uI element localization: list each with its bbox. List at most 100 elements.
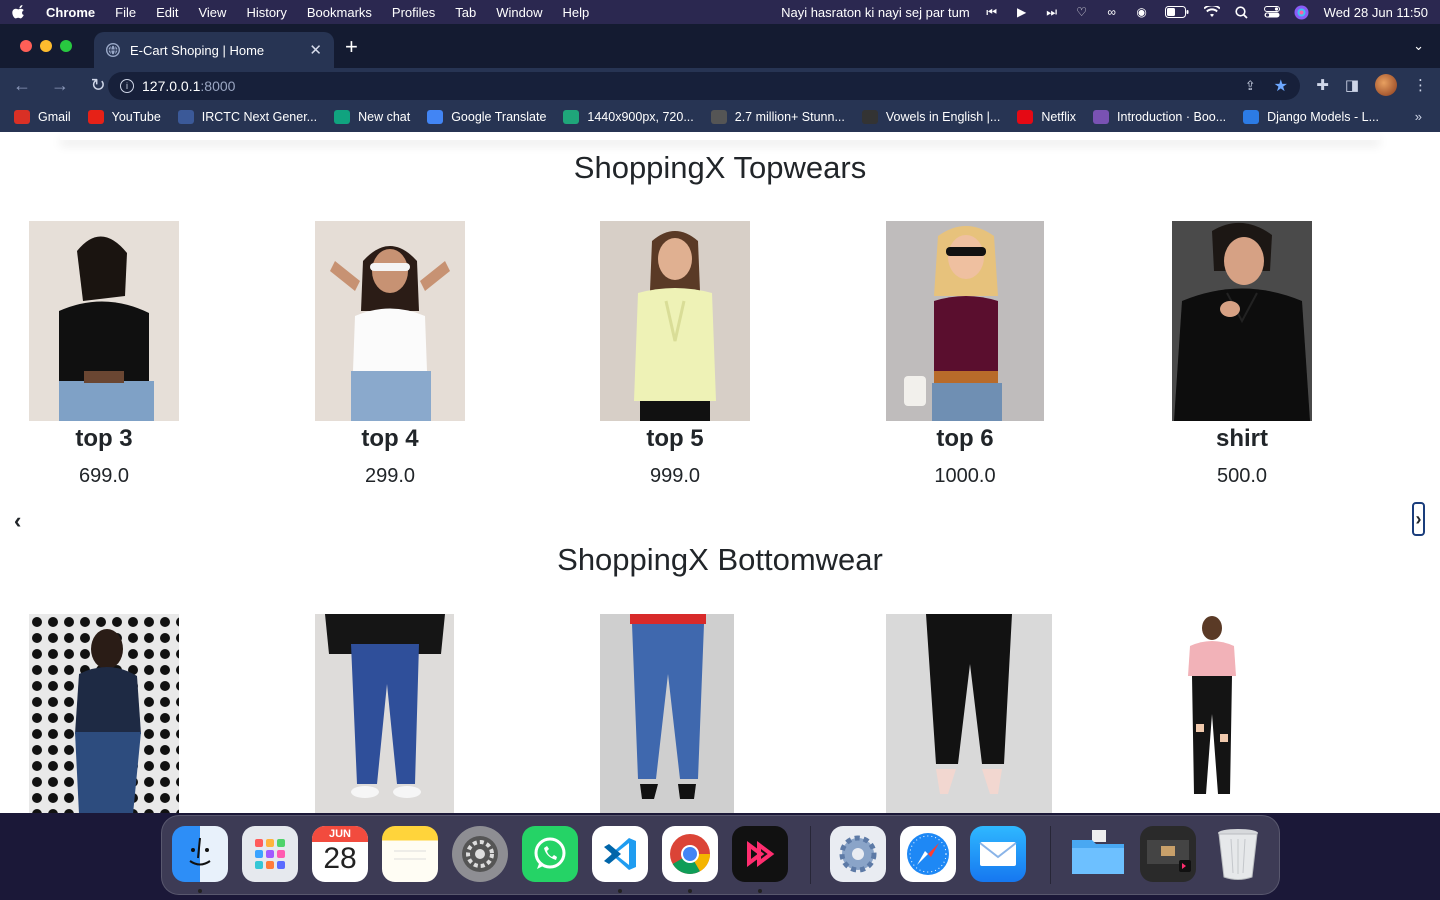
product-card[interactable]: shirt 500.0 <box>1172 221 1312 487</box>
launchpad-icon[interactable] <box>242 826 298 882</box>
menu-edit[interactable]: Edit <box>156 5 178 20</box>
menubar-clock[interactable]: Wed 28 Jun 11:50 <box>1324 5 1428 20</box>
product-card[interactable] <box>29 614 179 813</box>
menu-app-chrome[interactable]: Chrome <box>46 5 95 20</box>
chrome-menu-kebab-icon[interactable]: ⋮ <box>1413 76 1428 94</box>
product-image-bottomwear-5[interactable] <box>1172 614 1252 813</box>
back-arrow-icon[interactable]: ← <box>6 75 38 96</box>
product-image-top-6[interactable] <box>886 221 1044 421</box>
forward-arrow-icon[interactable]: → <box>44 75 76 96</box>
screen-record-icon[interactable]: ◉ <box>1134 4 1150 20</box>
zoom-window-button[interactable] <box>60 40 72 52</box>
bookmark-item[interactable]: IRCTC Next Gener... <box>177 110 317 124</box>
bookmark-star-icon[interactable]: ★ <box>1274 76 1288 96</box>
product-image-shirt[interactable] <box>1172 221 1312 421</box>
trash-icon[interactable] <box>1210 826 1266 882</box>
battery-icon[interactable] <box>1164 4 1190 20</box>
product-card[interactable] <box>1172 614 1252 813</box>
extensions-puzzle-icon[interactable]: ✚ <box>1316 76 1329 94</box>
product-card[interactable]: top 5 999.0 <box>600 221 750 487</box>
site-info-icon[interactable]: i <box>120 79 134 93</box>
finder-icon[interactable] <box>172 826 228 882</box>
bookmark-item[interactable]: 1440x900px, 720... <box>563 110 694 124</box>
recent-screenshots-icon[interactable] <box>1140 826 1196 882</box>
media-app-icon[interactable]: ∞ <box>1104 4 1120 20</box>
profile-avatar[interactable] <box>1375 74 1397 96</box>
bookmark-item[interactable]: 2.7 million+ Stunn... <box>710 110 845 124</box>
web-page: ShoppingX Topwears top 3 699.0 top 4 299… <box>0 132 1440 813</box>
play-icon[interactable]: ▶ <box>1014 4 1030 20</box>
spotlight-search-icon[interactable] <box>1234 4 1250 20</box>
bookmark-label: 2.7 million+ Stunn... <box>734 110 845 124</box>
close-window-button[interactable] <box>20 40 32 52</box>
bookmark-item[interactable]: Django Models - L... <box>1243 110 1379 124</box>
carousel-prev-button[interactable]: ‹ <box>14 508 21 534</box>
wifi-icon[interactable] <box>1203 4 1220 20</box>
minimize-window-button[interactable] <box>40 40 52 52</box>
product-card[interactable] <box>315 614 454 813</box>
safari-icon[interactable] <box>900 826 956 882</box>
product-card[interactable]: top 3 699.0 <box>29 221 179 487</box>
bookmark-item[interactable]: Google Translate <box>427 110 546 124</box>
product-image-bottomwear-3[interactable] <box>600 614 734 813</box>
menu-window[interactable]: Window <box>496 5 542 20</box>
product-name[interactable]: shirt <box>1132 425 1352 453</box>
product-name[interactable]: top 3 <box>0 425 219 453</box>
chrome-icon[interactable] <box>662 826 718 882</box>
chrome-running-indicator <box>688 889 692 893</box>
product-image-top-4[interactable] <box>315 221 465 421</box>
menu-history[interactable]: History <box>246 5 286 20</box>
screen-recorder-icon[interactable] <box>732 826 788 882</box>
bookmark-item[interactable]: Netflix <box>1017 110 1076 124</box>
product-card[interactable] <box>886 614 1052 813</box>
product-image-top-3[interactable] <box>29 221 179 421</box>
close-tab-icon[interactable]: ✕ <box>309 41 322 59</box>
bookmark-item[interactable]: New chat <box>334 110 410 124</box>
siri-icon[interactable] <box>1294 4 1310 20</box>
system-preferences-icon[interactable] <box>830 826 886 882</box>
downloads-folder-icon[interactable] <box>1070 826 1126 882</box>
product-image-top-5[interactable] <box>600 221 750 421</box>
side-panel-icon[interactable]: ◨ <box>1345 76 1359 94</box>
tab-e-cart-home[interactable]: E-Cart Shoping | Home ✕ <box>94 32 334 68</box>
product-name[interactable]: top 4 <box>275 425 505 453</box>
menu-help[interactable]: Help <box>563 5 590 20</box>
bookmark-item[interactable]: Introduction · Boo... <box>1093 110 1226 124</box>
calendar-icon[interactable]: JUN 28 <box>312 826 368 882</box>
product-price: 1000.0 <box>934 465 996 487</box>
bookmark-item[interactable]: Gmail <box>14 110 71 124</box>
share-icon[interactable]: ⇪ <box>1245 78 1256 94</box>
tab-search-chevron-icon[interactable]: ⌄ <box>1413 38 1424 54</box>
now-playing-title[interactable]: Nayi hasraton ki nayi sej par tum <box>781 5 970 20</box>
product-card[interactable]: top 6 1000.0 <box>886 221 1044 487</box>
product-image-bottomwear-2[interactable] <box>315 614 454 813</box>
menu-file[interactable]: File <box>115 5 136 20</box>
product-name[interactable]: top 6 <box>846 425 1084 453</box>
menu-view[interactable]: View <box>198 5 226 20</box>
menu-tab[interactable]: Tab <box>455 5 476 20</box>
next-track-icon[interactable]: ⏭ <box>1044 4 1060 20</box>
system-settings-icon[interactable] <box>452 826 508 882</box>
menu-profiles[interactable]: Profiles <box>392 5 435 20</box>
product-card[interactable]: top 4 299.0 <box>315 221 465 487</box>
product-image-bottomwear-4[interactable] <box>886 614 1052 813</box>
apple-logo-icon[interactable] <box>12 5 26 19</box>
bookmark-item[interactable]: Vowels in English |... <box>861 110 1000 124</box>
product-name[interactable]: top 5 <box>560 425 790 453</box>
bookmark-item[interactable]: YouTube <box>87 110 161 124</box>
carousel-next-button[interactable]: › <box>1412 502 1425 536</box>
notes-icon[interactable] <box>382 826 438 882</box>
bookmark-label: Django Models - L... <box>1267 110 1379 124</box>
control-center-icon[interactable] <box>1263 4 1280 20</box>
mail-icon[interactable] <box>970 826 1026 882</box>
product-card[interactable] <box>600 614 734 813</box>
whatsapp-icon[interactable] <box>522 826 578 882</box>
menu-bookmarks[interactable]: Bookmarks <box>307 5 372 20</box>
heart-icon[interactable]: ♡ <box>1074 4 1090 20</box>
bookmarks-overflow-icon[interactable]: » <box>1415 109 1422 124</box>
address-bar[interactable]: i 127.0.0.1:8000 ⇪ ★ <box>108 72 1300 100</box>
vscode-icon[interactable] <box>592 826 648 882</box>
previous-track-icon[interactable]: ⏮ <box>984 4 1000 20</box>
product-image-bottomwear-1[interactable] <box>29 614 179 813</box>
new-tab-icon[interactable]: + <box>345 36 358 58</box>
